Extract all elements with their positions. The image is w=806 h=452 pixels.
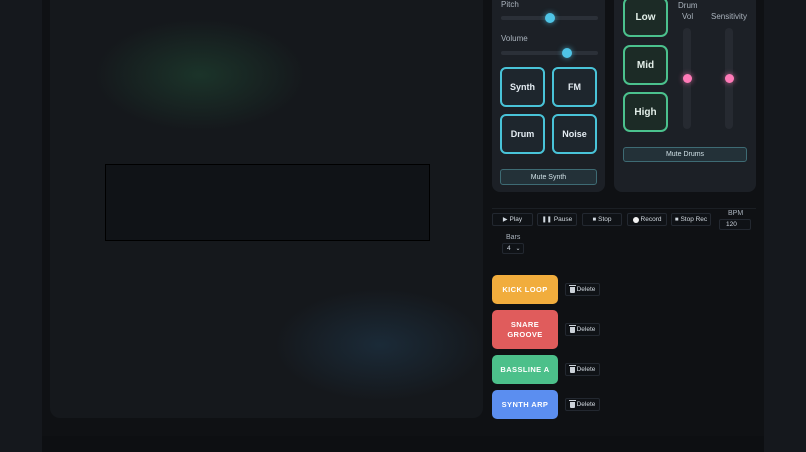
delete-loop-button[interactable]: Delete — [565, 323, 600, 336]
stop-record-button[interactable]: ■ Stop Rec — [671, 213, 711, 226]
drum-pad-low[interactable]: Low — [623, 0, 668, 37]
trash-icon — [568, 284, 576, 293]
synth-pad-drum[interactable]: Drum — [500, 114, 545, 154]
drum-vol-slider-thumb[interactable] — [682, 74, 692, 83]
delete-loop-button[interactable]: Delete — [565, 363, 600, 376]
delete-loop-button[interactable]: Delete — [565, 398, 600, 411]
bars-label: Bars — [506, 234, 521, 241]
volume-slider-thumb[interactable] — [561, 48, 572, 58]
trash-icon — [568, 324, 576, 333]
volume-label: Volume — [501, 34, 528, 43]
pause-icon: ❚❚ — [541, 217, 552, 223]
bars-select[interactable]: 4 ⌄ — [502, 243, 524, 254]
drum-pad-mid[interactable]: Mid — [623, 45, 668, 85]
drum-vol-label-line1: Drum — [678, 1, 698, 10]
loop-snare-groove[interactable]: SNARE GROOVE — [492, 310, 558, 349]
volume-slider[interactable] — [501, 51, 598, 55]
bpm-input[interactable]: 120 — [719, 219, 751, 230]
stop-icon: ■ — [674, 216, 679, 223]
left-gutter — [0, 0, 42, 452]
record-button[interactable]: Record — [627, 213, 667, 226]
synth-pad-synth[interactable]: Synth — [500, 67, 545, 107]
trash-icon — [568, 364, 576, 373]
record-dot-icon — [632, 216, 639, 223]
play-button[interactable]: ▶ Play — [492, 213, 533, 226]
chevron-down-icon: ⌄ — [515, 246, 521, 252]
synth-pad-noise[interactable]: Noise — [552, 114, 597, 154]
sensitivity-slider-thumb[interactable] — [724, 74, 734, 83]
bpm-label: BPM — [728, 210, 744, 217]
drum-pad-high[interactable]: High — [623, 92, 668, 132]
loop-synth-arp[interactable]: SYNTH ARP — [492, 390, 558, 419]
drum-vol-label-line2: Vol — [682, 12, 694, 21]
loop-kick-loop[interactable]: KICK LOOP — [492, 275, 558, 304]
capture-region-box — [105, 164, 430, 241]
pause-button[interactable]: ❚❚ Pause — [537, 213, 577, 226]
stop-button[interactable]: ■ Stop — [582, 213, 622, 226]
delete-loop-button[interactable]: Delete — [565, 283, 600, 296]
mute-drums-button[interactable]: Mute Drums — [623, 147, 747, 162]
trash-icon — [568, 399, 576, 408]
stop-icon: ■ — [592, 216, 597, 223]
bottom-strip — [42, 436, 764, 452]
mute-synth-button[interactable]: Mute Synth — [500, 169, 597, 185]
synth-pad-fm[interactable]: FM — [552, 67, 597, 107]
right-gutter — [764, 0, 806, 452]
pitch-slider-thumb[interactable] — [544, 13, 555, 23]
pitch-label: Pitch — [501, 0, 519, 9]
sensitivity-label: Sensitivity — [711, 12, 748, 21]
play-icon: ▶ — [502, 217, 508, 223]
loop-bassline-a[interactable]: BASSLINE A — [492, 355, 558, 384]
